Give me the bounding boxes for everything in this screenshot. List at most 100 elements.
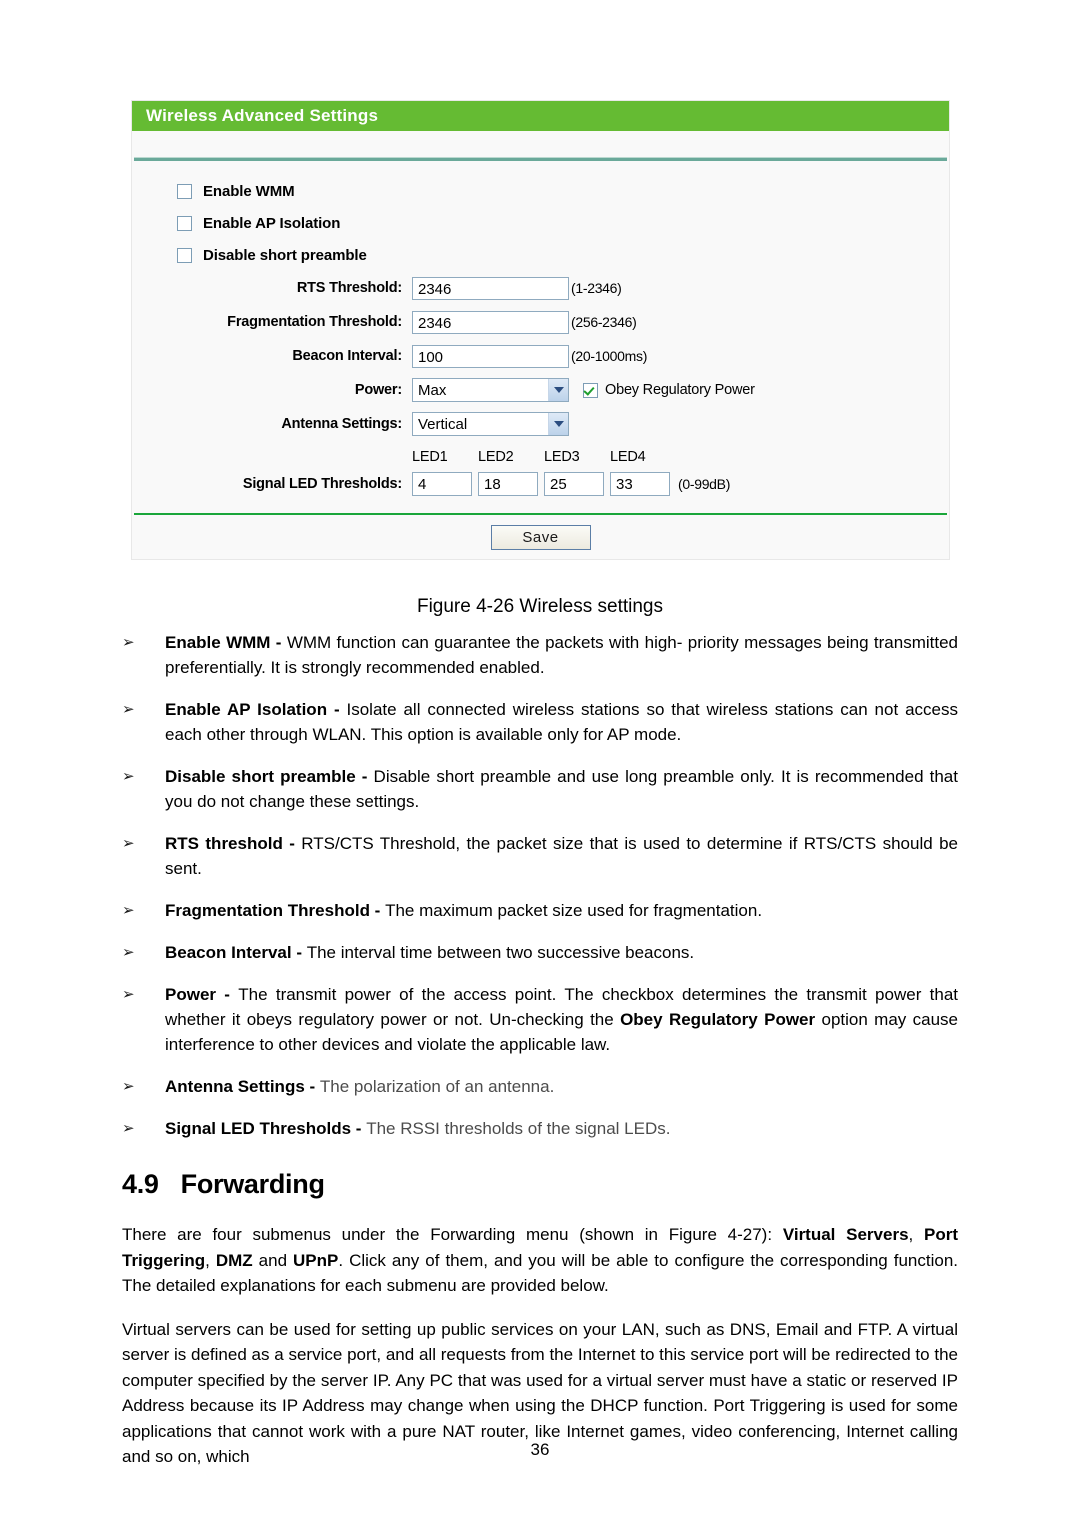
panel-spacer: [132, 131, 949, 157]
save-button[interactable]: Save: [490, 524, 591, 550]
led2-input[interactable]: 18: [478, 472, 538, 496]
wireless-advanced-settings-panel: Wireless Advanced Settings Enable WMM En…: [131, 100, 950, 560]
bullet-arrow-icon: ➢: [122, 633, 135, 651]
bullet-arrow-icon: ➢: [122, 985, 135, 1003]
bullet-text: Antenna Settings - The polarization of a…: [165, 1074, 958, 1099]
checkbox-row-disable-short-preamble[interactable]: Disable short preamble: [132, 239, 949, 271]
link-upnp: UPnP: [293, 1250, 339, 1270]
led1-header: LED1: [412, 449, 448, 465]
bullet-arrow-icon: ➢: [122, 700, 135, 718]
enable-ap-isolation-checkbox[interactable]: [177, 215, 192, 231]
beacon-interval-label: Beacon Interval:: [292, 348, 402, 364]
bullet-text: Signal LED Thresholds - The RSSI thresho…: [165, 1116, 958, 1141]
bullet-term: Signal LED Thresholds -: [165, 1119, 367, 1138]
list-item: ➢ Signal LED Thresholds - The RSSI thres…: [122, 1116, 958, 1141]
page-number: 36: [530, 1440, 550, 1459]
power-label: Power:: [354, 382, 402, 398]
led1-input[interactable]: 4: [412, 472, 472, 496]
bullet-arrow-icon: ➢: [122, 767, 135, 785]
antenna-settings-select[interactable]: Vertical: [412, 412, 569, 436]
checkbox-row-enable-wmm[interactable]: Enable WMM: [132, 175, 949, 207]
list-item: ➢ Enable WMM - WMM function can guarante…: [122, 630, 958, 680]
bullet-arrow-icon: ➢: [122, 834, 135, 852]
para1-sep2: ,: [205, 1250, 216, 1270]
form-row-signal-led-thresholds: Signal LED Thresholds: 4 18 25 33 (0-99d…: [132, 465, 949, 503]
save-button-container: Save: [132, 515, 949, 559]
beacon-interval-hint: (20-1000ms): [571, 348, 648, 364]
fragmentation-threshold-input[interactable]: 2346: [412, 310, 569, 334]
antenna-settings-selected-value: Vertical: [418, 415, 468, 433]
form-row-rts-threshold: RTS Threshold: 2346 (1-2346): [132, 271, 949, 305]
bullet-desc: The maximum packet size used for fragmen…: [385, 901, 763, 920]
bullet-arrow-icon: ➢: [122, 901, 135, 919]
form-row-power: Power: Max Obey Regulatory Power: [132, 373, 949, 407]
panel-body: Enable WMM Enable AP Isolation Disable s…: [132, 161, 949, 513]
bullet-text: Power - The transmit power of the access…: [165, 982, 958, 1057]
bullet-term: Fragmentation Threshold -: [165, 901, 386, 920]
bullet-text: Beacon Interval - The interval time betw…: [165, 940, 958, 965]
list-item: ➢ Beacon Interval - The interval time be…: [122, 940, 958, 965]
power-select[interactable]: Max: [412, 378, 569, 402]
link-virtual-servers: Virtual Servers: [782, 1225, 909, 1244]
led4-header: LED4: [610, 449, 646, 465]
signal-led-thresholds-hint: (0-99dB): [678, 476, 731, 492]
led3-input[interactable]: 25: [544, 472, 604, 496]
signal-led-thresholds-label: Signal LED Thresholds:: [242, 476, 402, 492]
list-item: ➢ Fragmentation Threshold - The maximum …: [122, 898, 958, 923]
power-selected-value: Max: [418, 381, 447, 399]
para1-sep1: ,: [908, 1225, 924, 1244]
para1-sep3: and: [252, 1250, 294, 1270]
bullet-term: Enable AP Isolation -: [165, 700, 347, 719]
bullet-term: Enable WMM -: [165, 633, 287, 652]
para1-part-a: There are four submenus under the Forwar…: [122, 1225, 783, 1244]
chevron-down-icon[interactable]: [548, 413, 568, 435]
rts-threshold-hint: (1-2346): [571, 280, 622, 296]
list-item: ➢ Enable AP Isolation - Isolate all conn…: [122, 697, 958, 747]
enable-wmm-label: Enable WMM: [203, 182, 295, 200]
beacon-interval-input[interactable]: 100: [412, 344, 569, 368]
disable-short-preamble-checkbox[interactable]: [177, 247, 192, 263]
bullet-arrow-icon: ➢: [122, 943, 135, 961]
bullet-term: Power -: [165, 985, 239, 1004]
form-row-beacon-interval: Beacon Interval: 100 (20-1000ms): [132, 339, 949, 373]
rts-threshold-input[interactable]: 2346: [412, 276, 569, 300]
list-item: ➢ Power - The transmit power of the acce…: [122, 982, 958, 1057]
led4-input[interactable]: 33: [610, 472, 670, 496]
bullet-text: Enable AP Isolation - Isolate all connec…: [165, 697, 958, 747]
list-item: ➢ Antenna Settings - The polarization of…: [122, 1074, 958, 1099]
page-title: 4.9 Forwarding: [122, 1169, 958, 1200]
antenna-settings-label: Antenna Settings:: [281, 416, 402, 432]
obey-regulatory-power-checkbox[interactable]: [583, 382, 598, 398]
checkbox-row-enable-ap-isolation[interactable]: Enable AP Isolation: [132, 207, 949, 239]
bullet-term: Antenna Settings -: [165, 1077, 320, 1096]
form-row-fragmentation-threshold: Fragmentation Threshold: 2346 (256-2346): [132, 305, 949, 339]
form-row-antenna-settings: Antenna Settings: Vertical: [132, 407, 949, 441]
list-item: ➢ RTS threshold - RTS/CTS Threshold, the…: [122, 831, 958, 881]
enable-ap-isolation-label: Enable AP Isolation: [203, 214, 341, 232]
bullet-desc: The interval time between two successive…: [306, 943, 695, 962]
panel-header-title: Wireless Advanced Settings: [132, 101, 949, 131]
bullet-desc-emphasis: Obey Regulatory Power: [620, 1010, 816, 1029]
led3-header: LED3: [544, 449, 580, 465]
list-item: ➢ Disable short preamble - Disable short…: [122, 764, 958, 814]
bullet-term: RTS threshold -: [165, 834, 302, 853]
disable-short-preamble-label: Disable short preamble: [203, 246, 367, 264]
bullet-text: RTS threshold - RTS/CTS Threshold, the p…: [165, 831, 958, 881]
enable-wmm-checkbox[interactable]: [177, 183, 192, 199]
fragmentation-threshold-hint: (256-2346): [571, 314, 637, 330]
figure-caption: Figure 4-26 Wireless settings: [416, 596, 664, 617]
section-number: 4.9: [122, 1169, 159, 1199]
bullet-text: Enable WMM - WMM function can guarantee …: [165, 630, 958, 680]
fragmentation-threshold-label: Fragmentation Threshold:: [227, 314, 402, 330]
bullet-desc: The RSSI thresholds of the signal LEDs.: [366, 1119, 671, 1138]
paragraph-forwarding-intro: There are four submenus under the Forwar…: [122, 1222, 958, 1299]
obey-regulatory-power-group[interactable]: Obey Regulatory Power: [583, 382, 755, 398]
bullet-desc: The polarization of an antenna.: [319, 1077, 555, 1096]
bullet-text: Disable short preamble - Disable short p…: [165, 764, 958, 814]
led-column-headers: LED1 LED2 LED3 LED4: [132, 441, 949, 465]
bullet-arrow-icon: ➢: [122, 1119, 135, 1137]
bullet-term: Beacon Interval -: [165, 943, 307, 962]
obey-regulatory-power-label: Obey Regulatory Power: [605, 382, 755, 398]
chevron-down-icon[interactable]: [548, 379, 568, 401]
bullet-text: Fragmentation Threshold - The maximum pa…: [165, 898, 958, 923]
